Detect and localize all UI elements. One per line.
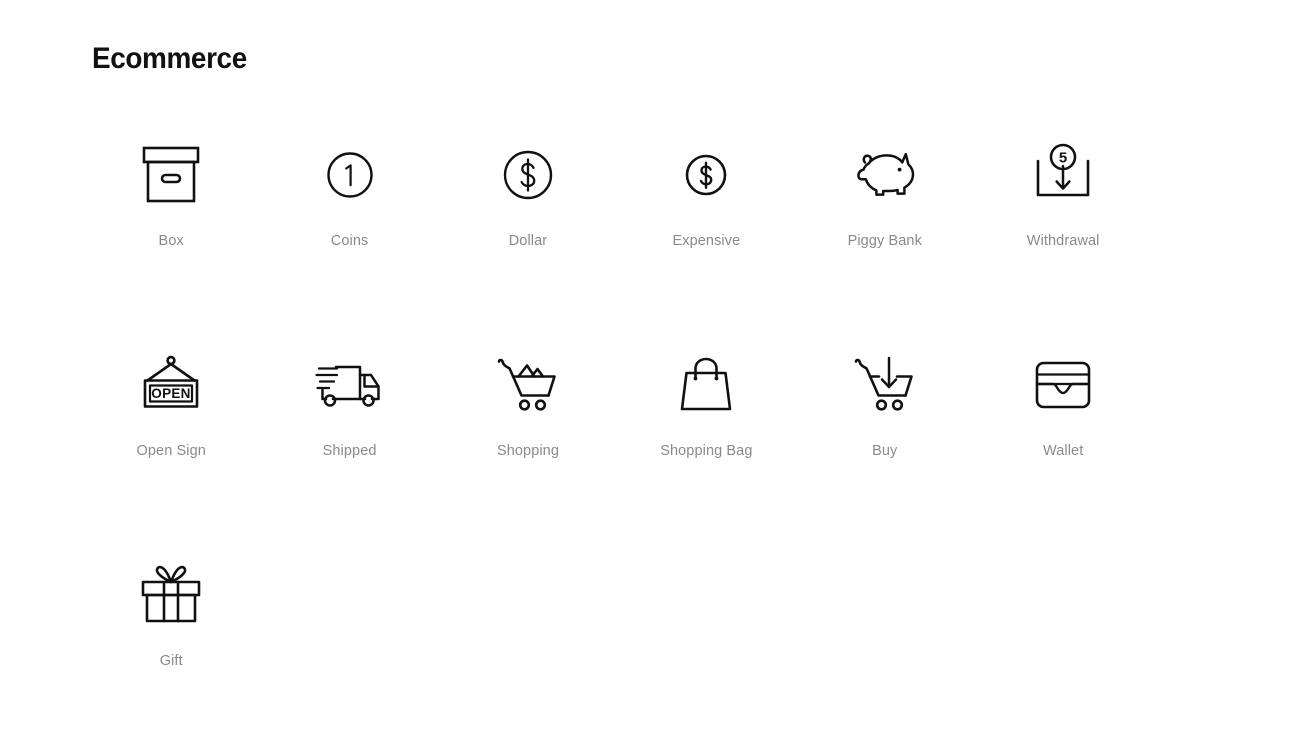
icon-cell-withdrawal[interactable]: 5 Withdrawal	[974, 125, 1152, 335]
icon-label: Box	[158, 233, 184, 249]
shopping-bag-icon	[662, 341, 750, 429]
icon-cell-gift[interactable]: Gift	[82, 545, 260, 755]
icon-cell-open-sign[interactable]: OPEN Open Sign	[82, 335, 260, 545]
dollar-icon	[484, 131, 572, 219]
shipped-icon	[306, 341, 394, 429]
icon-label: Dollar	[508, 233, 548, 249]
icon-label: Expensive	[672, 233, 741, 249]
icon-label: Coins	[330, 233, 369, 249]
icon-cell-shopping[interactable]: Shopping	[439, 335, 617, 545]
shopping-cart-icon	[484, 341, 572, 429]
icon-cell-expensive[interactable]: Expensive	[617, 125, 795, 335]
icon-label: Shopping	[496, 443, 560, 459]
icon-cell-shopping-bag[interactable]: Shopping Bag	[617, 335, 795, 545]
icon-cell-shipped[interactable]: Shipped	[260, 335, 438, 545]
coins-icon	[306, 131, 394, 219]
icon-label: Withdrawal	[1026, 233, 1100, 249]
icon-cell-wallet[interactable]: Wallet	[974, 335, 1152, 545]
icon-cell-dollar[interactable]: Dollar	[439, 125, 617, 335]
icon-cell-box[interactable]: Box	[82, 125, 260, 335]
icon-label: Buy	[872, 443, 898, 459]
icon-cell-piggy-bank[interactable]: Piggy Bank	[796, 125, 974, 335]
icon-label: Shopping Bag	[660, 443, 753, 459]
icon-label: Gift	[159, 653, 183, 669]
open-sign-icon: OPEN	[127, 341, 215, 429]
icon-label: Wallet	[1042, 443, 1084, 459]
icon-cell-coins[interactable]: Coins	[260, 125, 438, 335]
wallet-icon	[1019, 341, 1107, 429]
gift-icon	[127, 551, 215, 639]
buy-cart-icon	[841, 341, 929, 429]
withdrawal-value: 5	[1059, 150, 1067, 167]
icon-label: Piggy Bank	[847, 233, 922, 249]
page-title: Ecommerce	[92, 42, 247, 75]
open-sign-text: OPEN	[151, 386, 190, 401]
icon-label: Open Sign	[136, 443, 206, 459]
box-icon	[127, 131, 215, 219]
icon-label: Shipped	[322, 443, 377, 459]
withdrawal-icon: 5	[1019, 131, 1107, 219]
icon-grid: Box Coins Dollar Expensive Piggy Bank 5 …	[82, 125, 1152, 755]
expensive-icon	[662, 131, 750, 219]
piggy-bank-icon	[841, 131, 929, 219]
icon-cell-buy[interactable]: Buy	[796, 335, 974, 545]
